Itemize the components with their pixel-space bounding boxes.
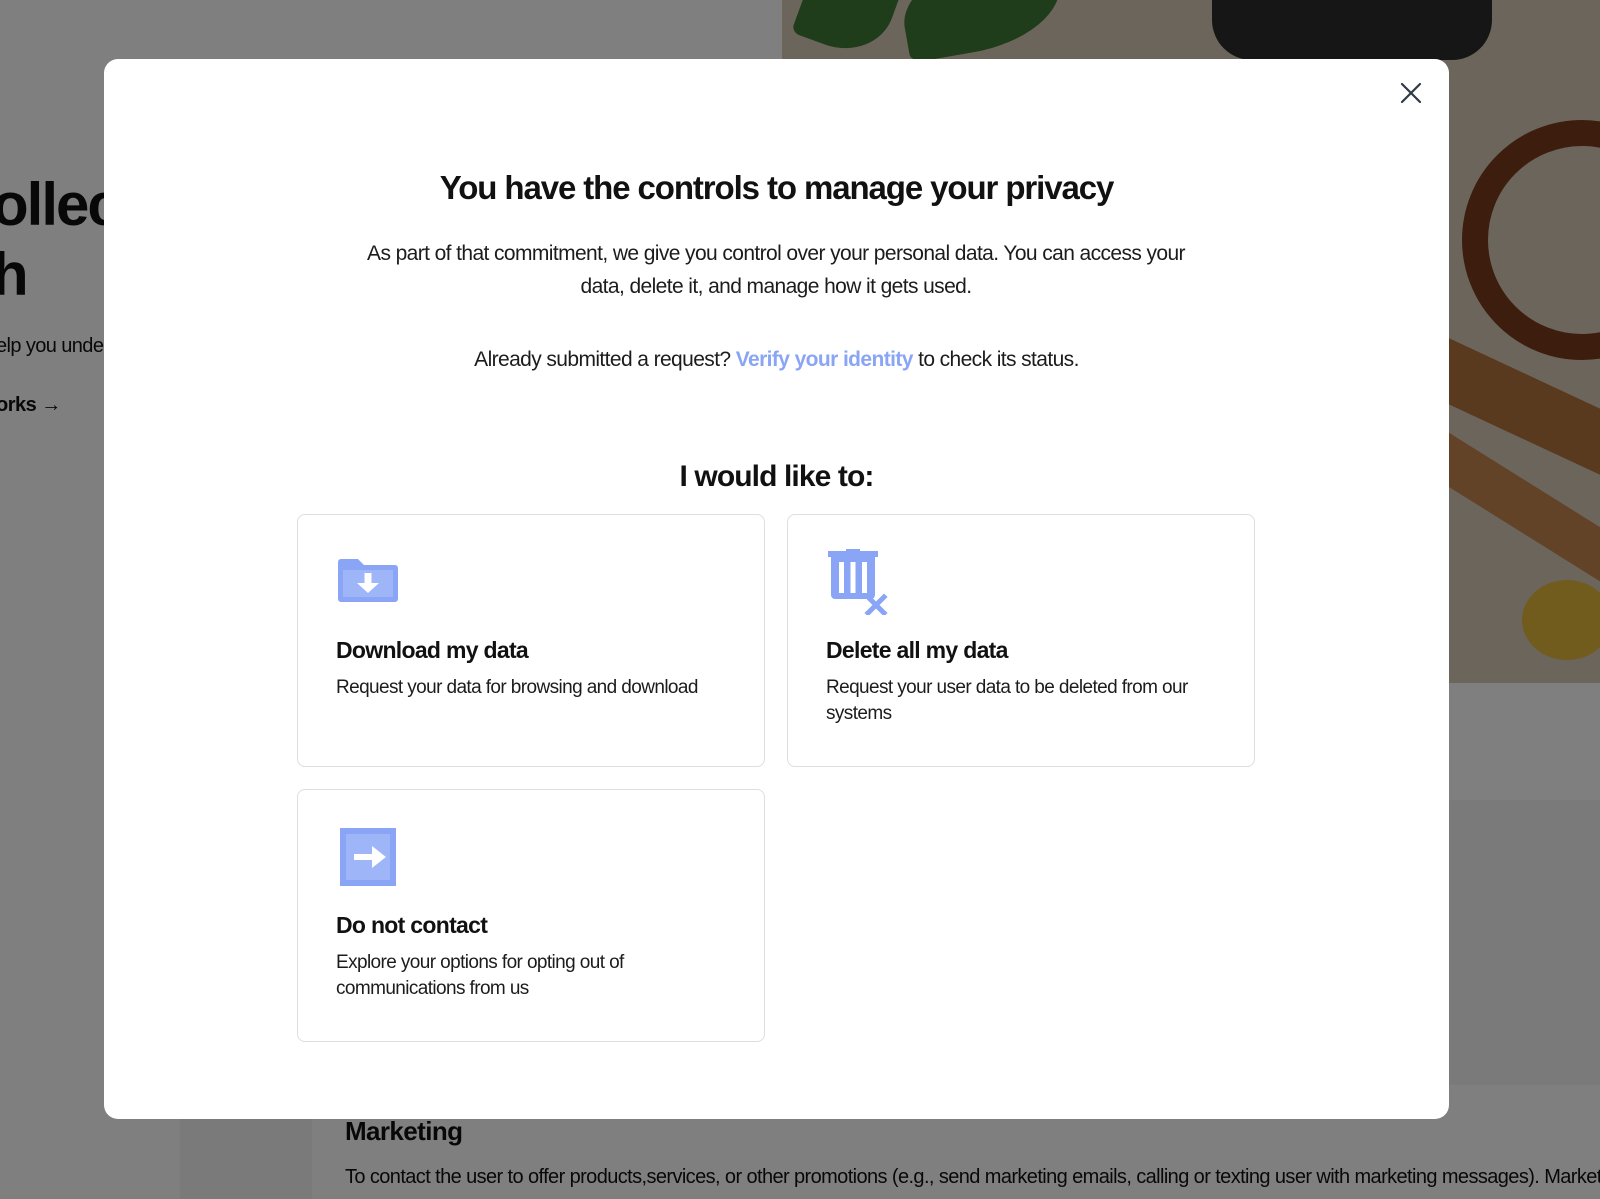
card-description: Request your user data to be deleted fro… — [826, 677, 1188, 724]
options-heading: I would like to: — [679, 460, 875, 493]
request-status-line: Already submitted a request? Verify your… — [104, 348, 1449, 372]
modal-title: You have the controls to manage your pri… — [439, 169, 1115, 206]
close-button[interactable] — [1393, 75, 1429, 111]
download-data-card[interactable]: Download my data Request your data for b… — [297, 514, 765, 767]
exit-arrow-icon — [340, 828, 396, 886]
status-prefix: Already submitted a request? — [474, 348, 731, 371]
card-title: Delete all my data — [826, 637, 1008, 663]
modal-description: As part of that commitment, we give you … — [367, 242, 1186, 298]
card-title: Download my data — [336, 637, 529, 663]
folder-download-icon — [338, 559, 398, 602]
card-description: Request your data for browsing and downl… — [336, 677, 698, 698]
card-title: Do not contact — [336, 912, 488, 938]
delete-data-card[interactable]: Delete all my data Request your user dat… — [787, 514, 1255, 767]
card-description: Explore your options for opting out of c… — [336, 952, 624, 999]
privacy-modal: You have the controls to manage your pri… — [104, 59, 1449, 1119]
verify-identity-link[interactable]: Verify your identity — [736, 348, 914, 371]
trash-delete-icon — [828, 549, 888, 615]
do-not-contact-card[interactable]: Do not contact Explore your options for … — [297, 789, 765, 1042]
close-icon — [1400, 82, 1422, 104]
status-suffix: to check its status. — [918, 348, 1079, 371]
